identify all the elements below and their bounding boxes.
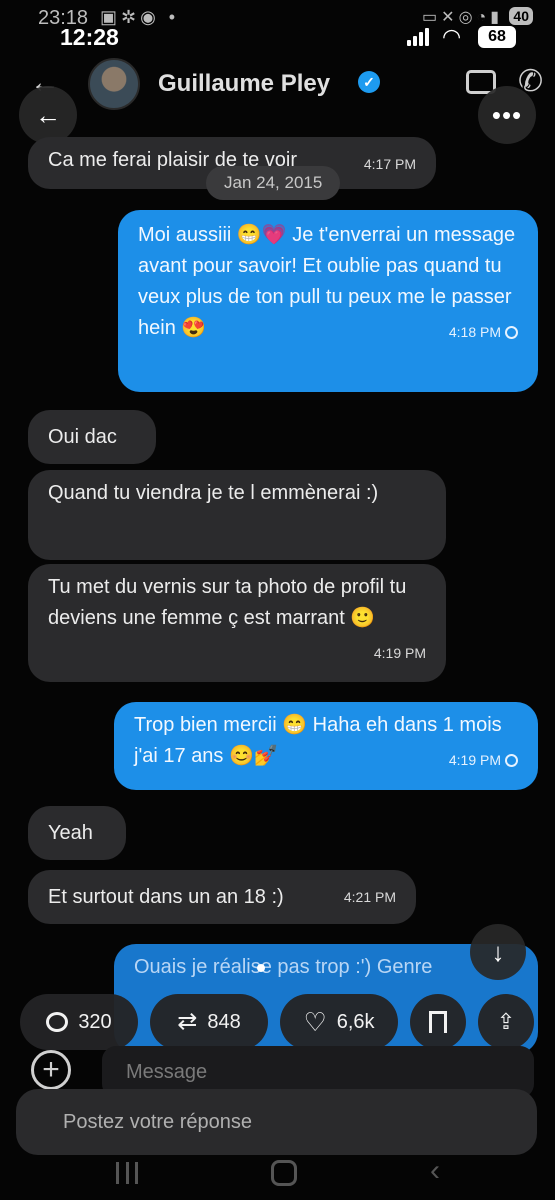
status-bar: 12:28 ◠ 68 <box>0 18 555 58</box>
like-button[interactable]: ♡ 6,6k <box>280 994 398 1050</box>
reply-input[interactable]: Postez votre réponse <box>16 1089 537 1155</box>
message-time: 4:18 PM <box>449 317 518 348</box>
screen: 23:18 ▣✲◉ • ▭✕◎◔▮ 40 12:28 ◠ 68 ← Guilla… <box>0 0 555 1200</box>
message-time: 4:17 PM <box>363 156 416 172</box>
message-time: 4:19 PM <box>449 745 518 776</box>
bookmark-button[interactable] <box>410 994 466 1050</box>
message-bubble: Et surtout dans un an 18 :) 4:21 PM <box>28 870 416 924</box>
message-text: Tu met du vernis sur ta photo de profil … <box>48 576 407 629</box>
page-dot <box>257 964 265 972</box>
message-text: Ouais je réalise pas trop :') Genre <box>134 956 433 978</box>
back-chevron-icon: ‹ <box>430 1154 440 1187</box>
like-count: 6,6k <box>336 1010 375 1033</box>
message-bubble: Oui dac <box>28 410 156 464</box>
reply-count-button[interactable]: 320 <box>20 994 138 1050</box>
message-bubble: Yeah <box>28 806 126 860</box>
arrow-left-icon: ← <box>35 99 61 130</box>
message-bubble: Trop bien mercii 😁 Haha eh dans 1 mois j… <box>114 702 538 790</box>
message-text: Trop bien mercii 😁 Haha eh dans 1 mois j… <box>134 714 502 767</box>
wifi-icon: ◠ <box>442 24 462 49</box>
message-bubble: Quand tu viendra je te l emmènerai :) <box>28 470 446 560</box>
home-icon <box>271 1160 297 1186</box>
repost-icon: ⇄ <box>177 1008 198 1035</box>
back-button[interactable]: ← <box>19 86 77 144</box>
message-text: Quand tu viendra je te l emmènerai :) <box>48 482 379 504</box>
more-icon: ••• <box>491 99 523 130</box>
status-time: 12:28 <box>60 24 119 50</box>
read-check-icon <box>505 326 518 339</box>
arrow-down-icon: ↓ <box>491 936 505 967</box>
avatar <box>88 58 140 110</box>
battery-icon: 68 <box>478 26 516 48</box>
heart-icon: ♡ <box>303 1007 327 1037</box>
repost-button[interactable]: ⇄ 848 <box>150 994 268 1050</box>
pagination-dots <box>257 964 265 972</box>
message-text: Oui dac <box>48 426 117 448</box>
message-text: Et surtout dans un an 18 :) <box>48 886 284 908</box>
message-time: 4:19 PM <box>373 645 426 661</box>
reply-count: 320 <box>78 1010 112 1033</box>
more-options-button[interactable]: ••• <box>478 86 536 144</box>
share-icon: ⇪ <box>496 1009 516 1034</box>
conversation-header: ← Guillaume Pley ✓ ✆ <box>0 58 555 118</box>
scroll-down-button[interactable]: ↓ <box>470 924 526 980</box>
read-check-icon <box>505 754 518 767</box>
comment-icon <box>46 1012 69 1032</box>
date-separator: Jan 24, 2015 <box>206 166 341 200</box>
add-icon: + <box>31 1050 71 1090</box>
message-text: Yeah <box>48 822 93 844</box>
recent-apps-icon <box>116 1162 138 1184</box>
message-bubble: Moi aussiii 😁💗 Je t'enverrai un message … <box>118 210 538 392</box>
message-bubble: Tu met du vernis sur ta photo de profil … <box>28 564 446 682</box>
android-navigation-bar: ‹ <box>0 1154 555 1200</box>
conversation-name: Guillaume Pley <box>158 70 331 97</box>
verified-badge-icon: ✓ <box>358 71 380 93</box>
repost-count: 848 <box>207 1010 241 1033</box>
cellular-signal-icon <box>407 28 429 46</box>
message-time: 4:21 PM <box>343 889 396 905</box>
bookmark-icon <box>429 1011 447 1033</box>
share-button[interactable]: ⇪ <box>478 994 534 1050</box>
